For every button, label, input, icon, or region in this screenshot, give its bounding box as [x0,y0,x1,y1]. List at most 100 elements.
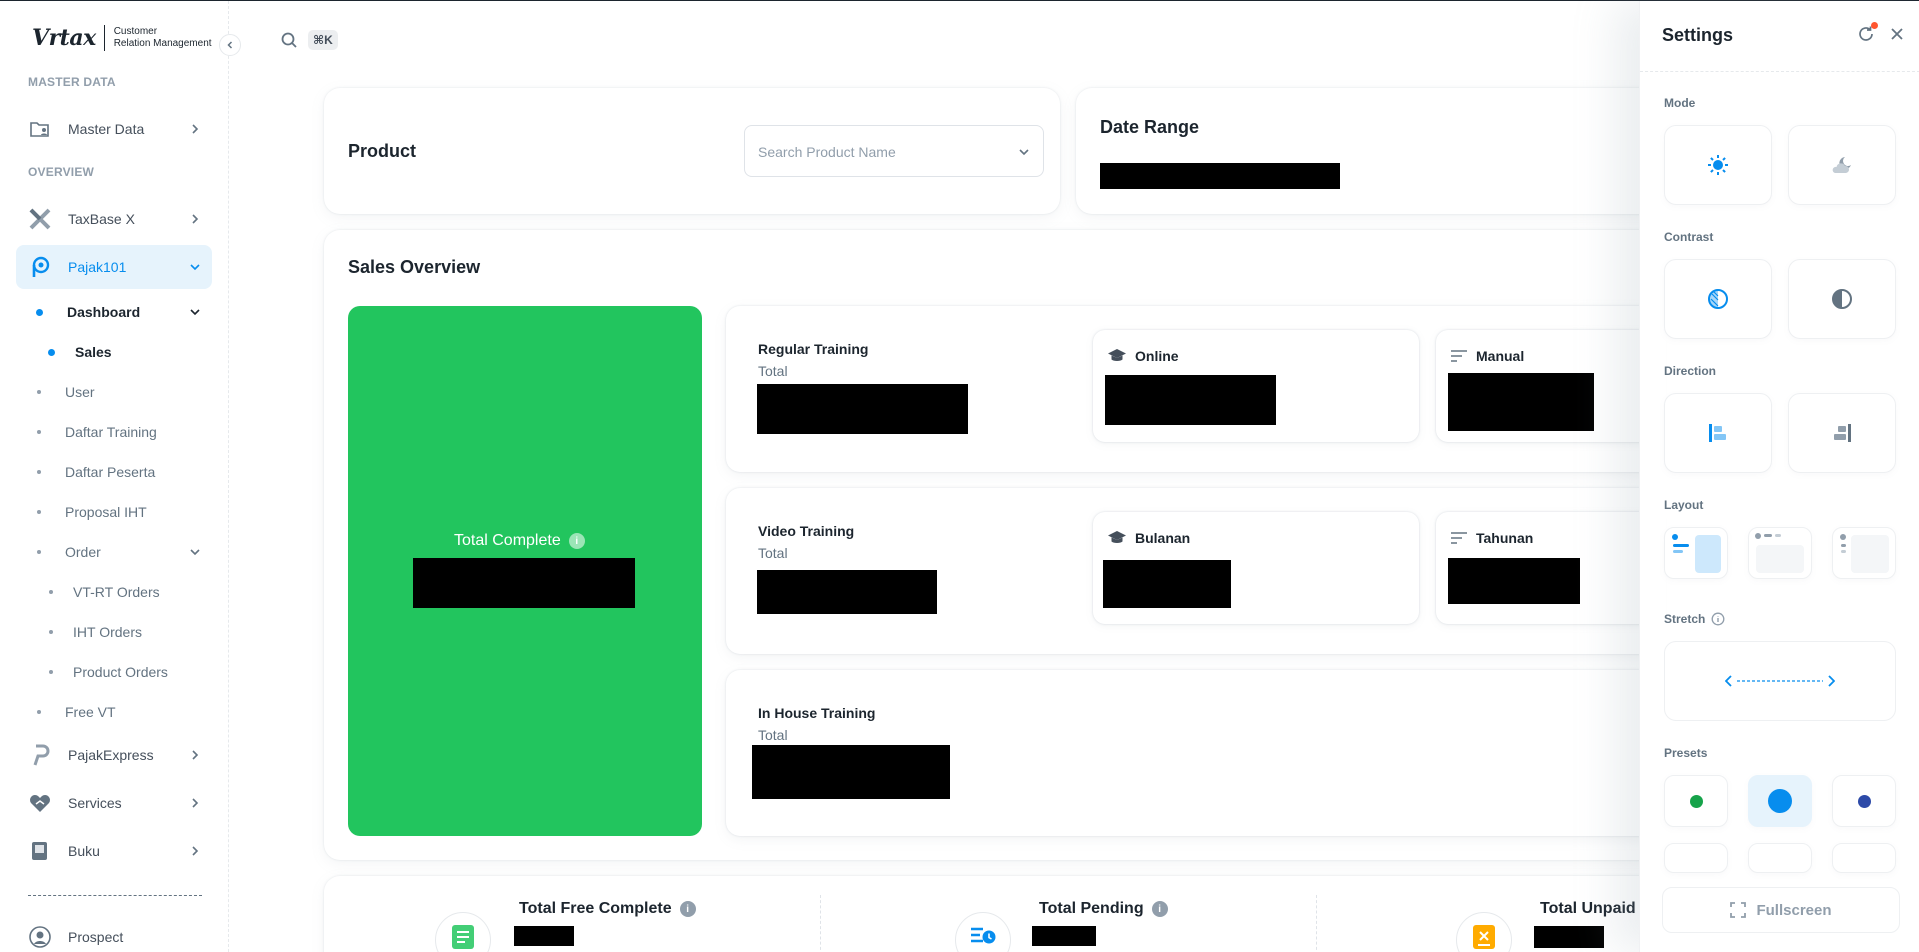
sidebar-item-label: Daftar Training [65,424,157,440]
settings-divider [1640,71,1919,72]
in-house-training-card: In House Training Total [726,670,1666,836]
online-label: Online [1135,348,1179,364]
contrast-default-option[interactable] [1664,259,1772,339]
sidebar-item-iht-orders[interactable]: IHT Orders [40,614,212,650]
contrast-bold-option[interactable] [1788,259,1896,339]
tahunan-value-redacted [1448,558,1580,604]
info-icon[interactable]: i [568,533,585,549]
info-outline-icon[interactable] [1711,612,1725,626]
sidebar-item-pajakexpress[interactable]: PajakExpress [16,733,212,777]
bulanan-label: Bulanan [1135,530,1191,546]
layout-horizontal-option[interactable] [1748,527,1812,579]
total-complete-label: Total Complete i [454,532,585,550]
sun-icon [1708,155,1728,175]
mode-light-option[interactable] [1664,125,1772,205]
align-right-icon [1834,424,1851,442]
sidebar-item-pajak101[interactable]: Pajak101 [16,245,212,289]
chevron-right-icon [192,214,199,224]
sidebar-item-buku[interactable]: Buku [16,829,212,873]
reset-dot-badge [1871,22,1878,29]
date-range-card [1076,88,1676,214]
tahunan-heading: Tahunan [1450,530,1533,546]
pending-clock-list-icon [971,927,996,944]
bullet-dot [36,308,43,316]
sidebar-item-vt-rt-orders[interactable]: VT-RT Orders [40,574,212,610]
sidebar-item-sales[interactable]: Sales [40,334,212,370]
sidebar-item-taxbase[interactable]: TaxBase X [16,197,212,241]
sidebar-item-label: Proposal IHT [65,504,147,520]
preset-indigo-option[interactable] [1832,775,1896,827]
search-button[interactable]: ⌘K [280,30,338,50]
sidebar-item-master-data[interactable]: Master Data [16,107,212,151]
direction-label: Direction [1664,364,1717,378]
fullscreen-button[interactable]: Fullscreen [1662,887,1900,933]
date-range-title: Date Range [1100,117,1200,137]
sidebar-item-label: Free VT [65,704,116,720]
sidebar-item-user[interactable]: User [28,374,212,410]
stretch-label-text: Stretch [1664,612,1706,626]
close-icon[interactable] [1889,26,1905,42]
in-house-training-total-label: Total [758,727,788,743]
bullet-dot [37,510,41,514]
tahunan-card: Tahunan [1436,512,1666,624]
mode-dark-option[interactable] [1788,125,1896,205]
sidebar-item-services[interactable]: Services [16,781,212,825]
chevron-right-icon [192,750,199,760]
chevron-down-icon [190,309,200,316]
sidebar-item-product-orders[interactable]: Product Orders [40,654,212,690]
stretch-toggle[interactable] [1664,641,1896,721]
layout-label: Layout [1664,498,1704,512]
layout-vertical-option[interactable] [1664,527,1728,579]
sidebar-item-daftar-training[interactable]: Daftar Training [28,414,212,450]
bullet-dot [37,710,41,714]
sidebar-item-proposal-iht[interactable]: Proposal IHT [28,494,212,530]
stat-divider [1316,895,1317,952]
online-heading: Online [1107,348,1179,364]
product-search-select[interactable]: Search Product Name [744,125,1044,177]
online-card: Online [1093,330,1419,442]
contrast-half-icon [1708,289,1728,309]
chevron-right-icon [192,846,199,856]
direction-ltr-option[interactable] [1664,393,1772,473]
sales-overview-title: Sales Overview [348,257,481,277]
taxbase-x-icon [28,207,52,231]
date-range-value-redacted[interactable] [1100,163,1340,189]
video-training-total-redacted [757,570,937,614]
preset-blue-option[interactable] [1748,775,1812,827]
sidebar-item-dashboard[interactable]: Dashboard [28,294,212,330]
sidebar-item-order[interactable]: Order [28,534,212,570]
layout-mini-option[interactable] [1832,527,1896,579]
sidebar-item-free-vt[interactable]: Free VT [28,694,212,730]
info-icon[interactable]: i [679,901,696,917]
preset-option[interactable] [1664,843,1728,873]
bullet-dot [37,470,41,474]
total-complete-value-redacted [413,558,635,608]
sidebar-item-label: Daftar Peserta [65,464,156,480]
preset-green-option[interactable] [1664,775,1728,827]
sidebar-item-prospect[interactable]: Prospect [16,919,212,952]
preset-option[interactable] [1832,843,1896,873]
stat-pending-value-redacted [1032,926,1096,946]
sidebar-item-label: Sales [75,344,112,360]
sidebar-collapse-button[interactable] [219,34,241,56]
bullet-dot [49,670,53,674]
search-icon [281,32,297,48]
chevron-right-icon [192,798,199,808]
sidebar-item-label: IHT Orders [73,624,142,640]
layout-mini-icon [1840,534,1889,573]
settings-title: Settings [1662,25,1734,45]
preset-option[interactable] [1748,843,1812,873]
bulanan-card: Bulanan [1093,512,1419,624]
sidebar-item-daftar-peserta[interactable]: Daftar Peserta [28,454,212,490]
sidebar-item-label: Buku [68,843,100,859]
bullet-dot [37,430,41,434]
manual-label: Manual [1476,348,1525,364]
direction-rtl-option[interactable] [1788,393,1896,473]
info-icon[interactable]: i [1151,901,1168,917]
top-border [0,0,1919,1]
sidebar-divider [28,895,202,896]
stat-unpaid-value-redacted [1534,926,1604,948]
reset-button[interactable] [1857,22,1878,43]
brand-logo[interactable]: Vrtax Customer Relation Management [32,25,212,51]
sidebar-item-label: Dashboard [67,304,141,320]
